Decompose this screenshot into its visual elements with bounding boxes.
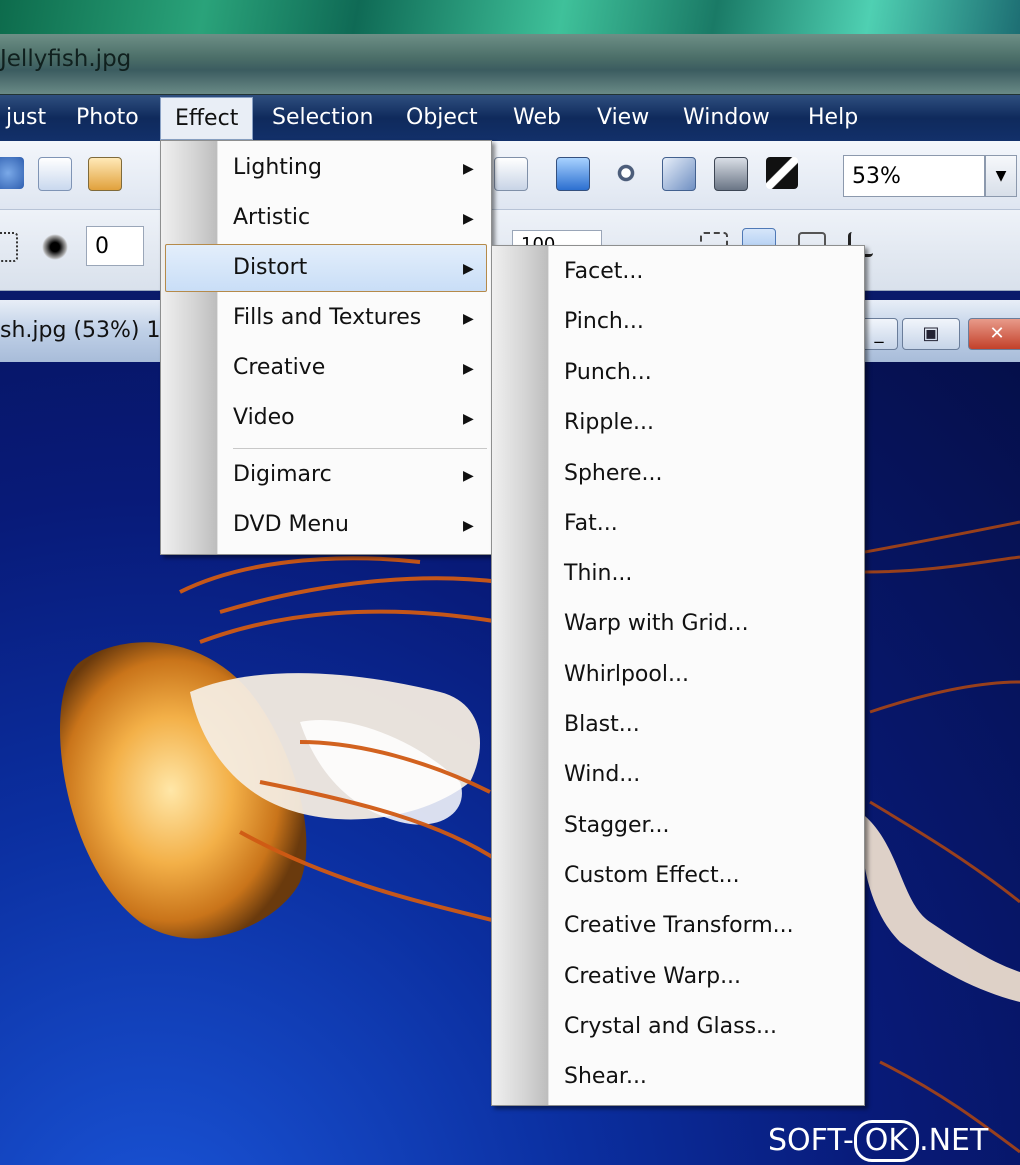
menu-item-artistic[interactable]: Artistic — [233, 205, 310, 230]
menu-highlight — [165, 244, 487, 292]
submenu-arrow-icon: ▶ — [463, 468, 474, 484]
zoom-dropdown-button[interactable]: ▼ — [985, 155, 1017, 197]
menu-effect[interactable]: Effect — [160, 97, 254, 140]
menu-object[interactable]: Object — [400, 103, 484, 132]
menu-item-dvd-menu[interactable]: DVD Menu — [233, 512, 349, 537]
menu-item-creative[interactable]: Creative — [233, 355, 325, 380]
desktop-background — [0, 0, 1020, 34]
portrait-icon[interactable] — [88, 157, 122, 191]
menu-item-fills-and-textures[interactable]: Fills and Textures — [233, 305, 421, 330]
monitor-icon[interactable] — [556, 157, 590, 191]
feather-input[interactable]: 0 — [86, 226, 144, 266]
submenu-gutter — [492, 246, 549, 1105]
marquee-icon[interactable] — [0, 232, 18, 262]
menu-separator — [233, 448, 487, 449]
submenu-arrow-icon: ▶ — [463, 361, 474, 377]
watermark-box: OK — [853, 1120, 920, 1162]
menu-help[interactable]: Help — [802, 103, 864, 132]
submenu-arrow-icon: ▶ — [463, 161, 474, 177]
submenu-item-wind[interactable]: Wind... — [564, 762, 640, 787]
print-icon[interactable] — [0, 157, 24, 189]
restore-button[interactable]: ▣ — [902, 318, 960, 350]
brush-soft-icon[interactable] — [42, 234, 68, 260]
brightness-icon[interactable] — [610, 157, 642, 189]
zoom-input[interactable]: 53% — [843, 155, 985, 197]
submenu-item-creative-warp[interactable]: Creative Warp... — [564, 964, 741, 989]
submenu-arrow-icon: ▶ — [463, 261, 474, 277]
menu-adjust[interactable]: just — [0, 103, 52, 132]
submenu-item-thin[interactable]: Thin... — [564, 561, 632, 586]
curve-icon[interactable] — [662, 157, 696, 191]
submenu-arrow-icon: ▶ — [463, 518, 474, 534]
menu-photo[interactable]: Photo — [70, 103, 145, 132]
eyedropper-icon[interactable] — [766, 157, 798, 189]
menu-web[interactable]: Web — [507, 103, 567, 132]
watermark-left: SOFT- — [768, 1123, 854, 1158]
menu-window[interactable]: Window — [677, 103, 776, 132]
restore-icon: ▣ — [922, 323, 940, 344]
document-title: sh.jpg (53%) 10 — [0, 318, 175, 343]
submenu-item-creative-transform[interactable]: Creative Transform... — [564, 913, 794, 938]
submenu-item-ripple[interactable]: Ripple... — [564, 410, 654, 435]
watermark-right: .NET — [919, 1123, 989, 1158]
window-title: Jellyfish.jpg — [0, 46, 132, 72]
submenu-item-shear[interactable]: Shear... — [564, 1064, 647, 1089]
submenu-item-custom-effect[interactable]: Custom Effect... — [564, 863, 740, 888]
rotate-icon[interactable] — [494, 157, 528, 191]
submenu-item-punch[interactable]: Punch... — [564, 360, 652, 385]
minimize-button[interactable]: _ — [860, 318, 898, 350]
submenu-item-facet[interactable]: Facet... — [564, 259, 643, 284]
effect-menu: Lighting ▶ Artistic ▶ Distort ▶ Fills an… — [160, 140, 492, 555]
submenu-item-sphere[interactable]: Sphere... — [564, 461, 662, 486]
camera-icon[interactable] — [714, 157, 748, 191]
submenu-arrow-icon: ▶ — [463, 411, 474, 427]
chevron-down-icon: ▼ — [995, 168, 1007, 184]
submenu-item-blast[interactable]: Blast... — [564, 712, 640, 737]
menu-selection[interactable]: Selection — [266, 103, 379, 132]
menu-bar: just Photo Effect Selection Object Web V… — [0, 95, 1020, 141]
title-bar: Jellyfish.jpg — [0, 34, 1020, 95]
document-icon[interactable] — [38, 157, 72, 191]
submenu-item-crystal-and-glass[interactable]: Crystal and Glass... — [564, 1014, 777, 1039]
submenu-item-pinch[interactable]: Pinch... — [564, 309, 644, 334]
submenu-item-stagger[interactable]: Stagger... — [564, 813, 670, 838]
menu-item-lighting[interactable]: Lighting — [233, 155, 322, 180]
menu-gutter — [161, 141, 218, 554]
menu-item-distort[interactable]: Distort — [233, 255, 307, 280]
submenu-item-whirlpool[interactable]: Whirlpool... — [564, 662, 689, 687]
submenu-item-warp-with-grid[interactable]: Warp with Grid... — [564, 611, 749, 636]
submenu-arrow-icon: ▶ — [463, 211, 474, 227]
menu-item-digimarc[interactable]: Digimarc — [233, 462, 332, 487]
distort-submenu: Facet... Pinch... Punch... Ripple... Sph… — [491, 245, 865, 1106]
close-button[interactable]: ✕ — [968, 318, 1020, 350]
submenu-arrow-icon: ▶ — [463, 311, 474, 327]
watermark: SOFT- OK .NET — [768, 1120, 988, 1162]
menu-view[interactable]: View — [591, 103, 655, 132]
menu-item-video[interactable]: Video — [233, 405, 295, 430]
minimize-icon: _ — [874, 323, 884, 344]
submenu-item-fat[interactable]: Fat... — [564, 511, 618, 536]
close-icon: ✕ — [989, 323, 1005, 344]
